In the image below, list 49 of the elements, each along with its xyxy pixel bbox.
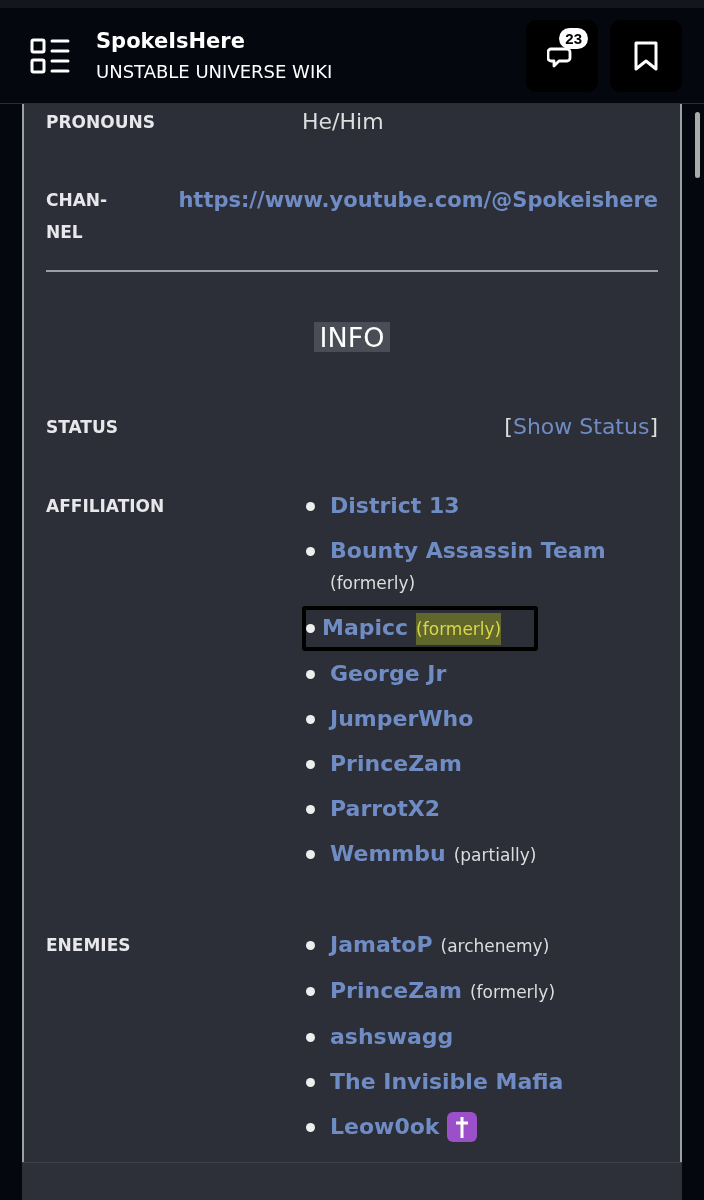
list-link[interactable]: Mapicc xyxy=(322,612,409,644)
bookmark-button[interactable] xyxy=(610,19,682,92)
bullet xyxy=(306,850,315,859)
list-link[interactable]: Wemmbu xyxy=(330,838,446,870)
comment-count-badge: 23 xyxy=(559,27,588,49)
bullet xyxy=(306,715,315,724)
show-status-link[interactable]: Show Status xyxy=(512,414,650,439)
channel-link[interactable]: https://www.youtube.com/@Spokeishere xyxy=(178,184,658,216)
scrollbar[interactable] xyxy=(695,112,700,178)
note-text: (partially) xyxy=(453,844,537,867)
bracket: ] xyxy=(649,414,658,439)
bullet xyxy=(306,670,315,679)
wiki-name[interactable]: UNSTABLE UNIVERSE WIKI xyxy=(96,61,514,82)
list-link[interactable]: ashswagg xyxy=(330,1021,454,1053)
field-label: STATUS xyxy=(46,416,119,439)
note-text: (formerly) xyxy=(416,613,502,645)
list-link[interactable]: The Invisible Mafia xyxy=(330,1066,564,1098)
field-label: PRONOUNS xyxy=(46,111,156,134)
bullet xyxy=(306,624,315,633)
list-link[interactable]: JumperWho xyxy=(330,703,474,735)
bullet xyxy=(306,941,315,950)
bullet xyxy=(306,1033,315,1042)
bookmark-icon xyxy=(633,40,659,71)
bullet xyxy=(306,760,315,769)
bullet xyxy=(306,502,315,511)
bullet xyxy=(306,805,315,814)
section-heading: INFO xyxy=(313,322,391,352)
page-title: SpokeIsHere xyxy=(96,29,246,53)
bullet xyxy=(306,547,315,556)
list-link[interactable]: George Jr xyxy=(330,658,447,690)
bracket: [ xyxy=(504,414,513,439)
list-link[interactable]: PrinceZam xyxy=(330,975,462,1007)
comments-button[interactable]: 23 xyxy=(526,19,598,92)
field-label: AFFILIATION xyxy=(46,495,166,518)
bullet xyxy=(306,1123,315,1132)
list-link[interactable]: ParrotX2 xyxy=(330,793,440,825)
note-text: (archenemy) xyxy=(440,935,550,958)
bullet xyxy=(306,1078,315,1087)
list-link[interactable]: Leow0ok xyxy=(330,1111,440,1143)
list-link[interactable]: JamatoP xyxy=(330,929,433,961)
list-link[interactable]: Bounty Assassin Team xyxy=(330,535,606,567)
bullet xyxy=(306,987,315,996)
list-link[interactable]: District 13 xyxy=(330,490,460,522)
field-value: He/Him xyxy=(301,108,385,136)
field-label: CHAN- NEL xyxy=(46,189,109,244)
note-text: (formerly) xyxy=(469,981,555,1004)
note-text: (formerly) xyxy=(330,572,416,595)
list-link[interactable]: PrinceZam xyxy=(330,748,462,780)
field-label: ENEMIES xyxy=(46,934,132,957)
